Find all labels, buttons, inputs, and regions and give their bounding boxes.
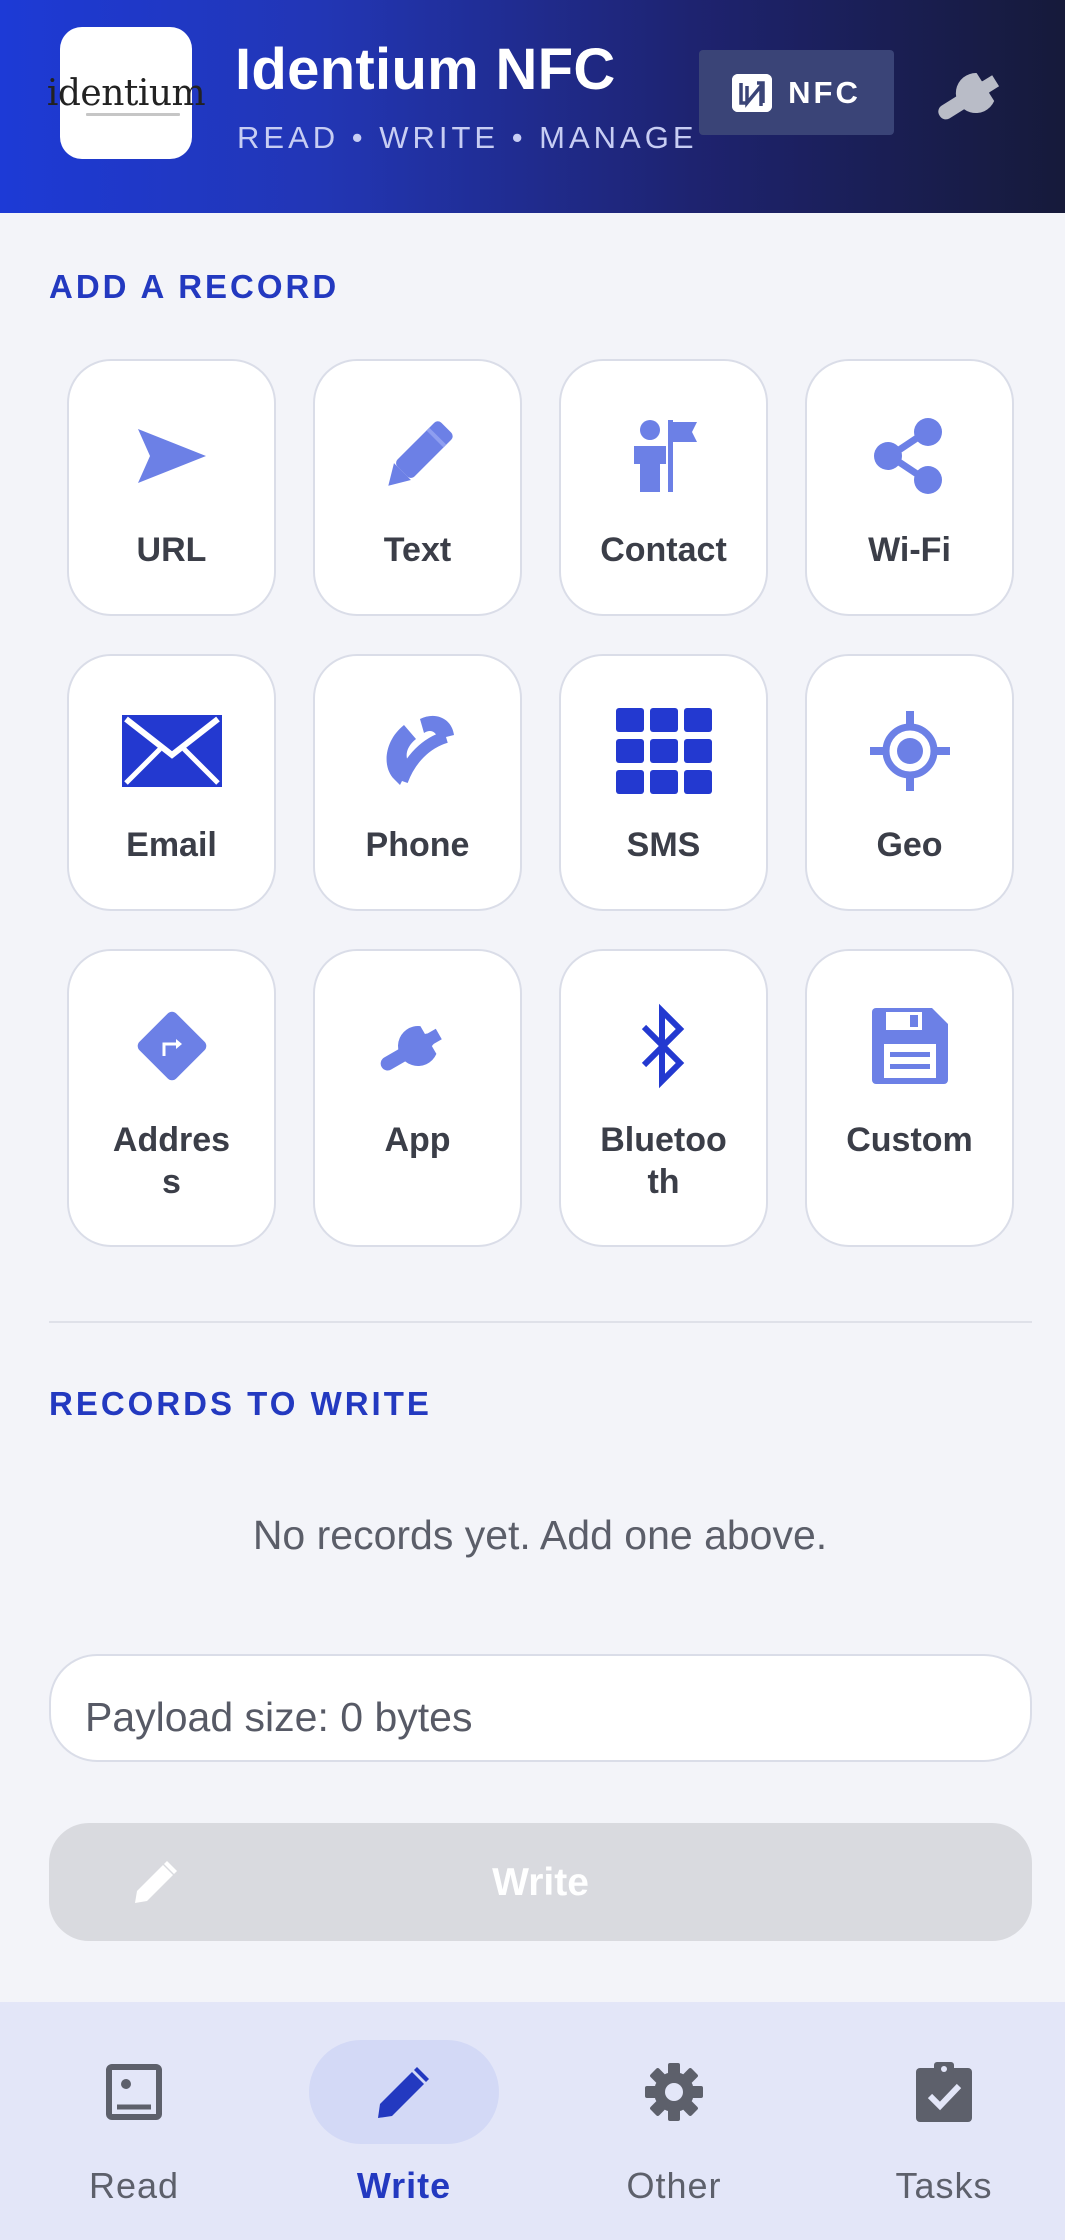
image-icon [39,2040,229,2144]
send-icon [69,411,274,501]
nav-label: Write [356,2165,452,2206]
envelope-icon [69,706,274,796]
gear-icon [579,2040,769,2144]
nav-label: Tasks [895,2165,993,2206]
nfc-icon [732,73,773,112]
tile-custom[interactable]: Custom [805,949,1014,1247]
write-button[interactable]: Write [49,1823,1032,1941]
tile-label: SMS [626,826,701,864]
tile-label: Email [126,826,217,864]
tile-label: Text [383,531,452,569]
add-record-heading: ADD A RECORD [49,268,340,305]
tile-bluetooth[interactable]: Bluetoo th [559,949,768,1247]
directions-icon [69,1001,274,1091]
bluetooth-icon [561,1001,766,1091]
tile-address[interactable]: Addres s [67,949,276,1247]
records-heading: RECORDS TO WRITE [49,1385,432,1422]
logo-wordmark: identium [46,72,206,114]
pencil-icon [315,411,520,501]
bottom-navigation: Read Write Other Tasks [0,2002,1065,2240]
app-header: identium Identium NFC READ • WRITE • MAN… [0,0,1065,213]
tile-email[interactable]: Email [67,654,276,911]
payload-size-field: Payload size: 0 bytes [49,1654,1032,1762]
clipboard-check-icon [849,2040,1039,2144]
tile-label: Bluetoo th [600,1121,727,1201]
section-divider [49,1321,1032,1323]
empty-records-message: No records yet. Add one above. [252,1512,828,1558]
settings-button[interactable] [920,50,1030,140]
tile-geo[interactable]: Geo [805,654,1014,911]
nav-tasks[interactable]: Tasks [811,2002,1065,2240]
grid-icon [561,706,766,796]
tile-sms[interactable]: SMS [559,654,768,911]
app-title: Identium NFC [235,37,616,102]
wrench-icon [315,1001,520,1091]
nav-label: Read [88,2165,180,2206]
tile-label: App [384,1121,451,1159]
tile-label: Contact [600,531,727,569]
tile-label: Phone [365,826,470,864]
tile-phone[interactable]: Phone [313,654,522,911]
tile-wifi[interactable]: Wi-Fi [805,359,1014,616]
tile-label: URL [136,531,207,569]
nav-read[interactable]: Read [1,2002,267,2240]
nav-write[interactable]: Write [271,2002,537,2240]
app-subtitle: READ • WRITE • MANAGE [237,120,698,155]
crosshair-icon [807,706,1012,796]
save-icon [807,1001,1012,1091]
tile-label: Addres s [112,1121,231,1201]
app-logo: identium [47,27,206,159]
phone-icon [315,706,520,796]
tile-text[interactable]: Text [313,359,522,616]
person-flag-icon [561,411,766,501]
nfc-status-badge[interactable]: NFC [699,50,894,135]
tile-url[interactable]: URL [67,359,276,616]
nav-label: Other [626,2165,722,2206]
tile-label: Custom [846,1121,973,1159]
tile-label: Geo [876,826,943,864]
tile-app[interactable]: App [313,949,522,1247]
share-icon [807,411,1012,501]
nav-other[interactable]: Other [541,2002,807,2240]
tile-label: Wi-Fi [868,531,951,569]
nfc-badge-label: NFC [788,74,861,110]
wrench-icon [929,57,1021,134]
write-button-label: Write [492,1861,589,1904]
tile-contact[interactable]: Contact [559,359,768,616]
pencil-icon [309,2040,499,2144]
payload-size-label: Payload size: 0 bytes [85,1694,473,1740]
